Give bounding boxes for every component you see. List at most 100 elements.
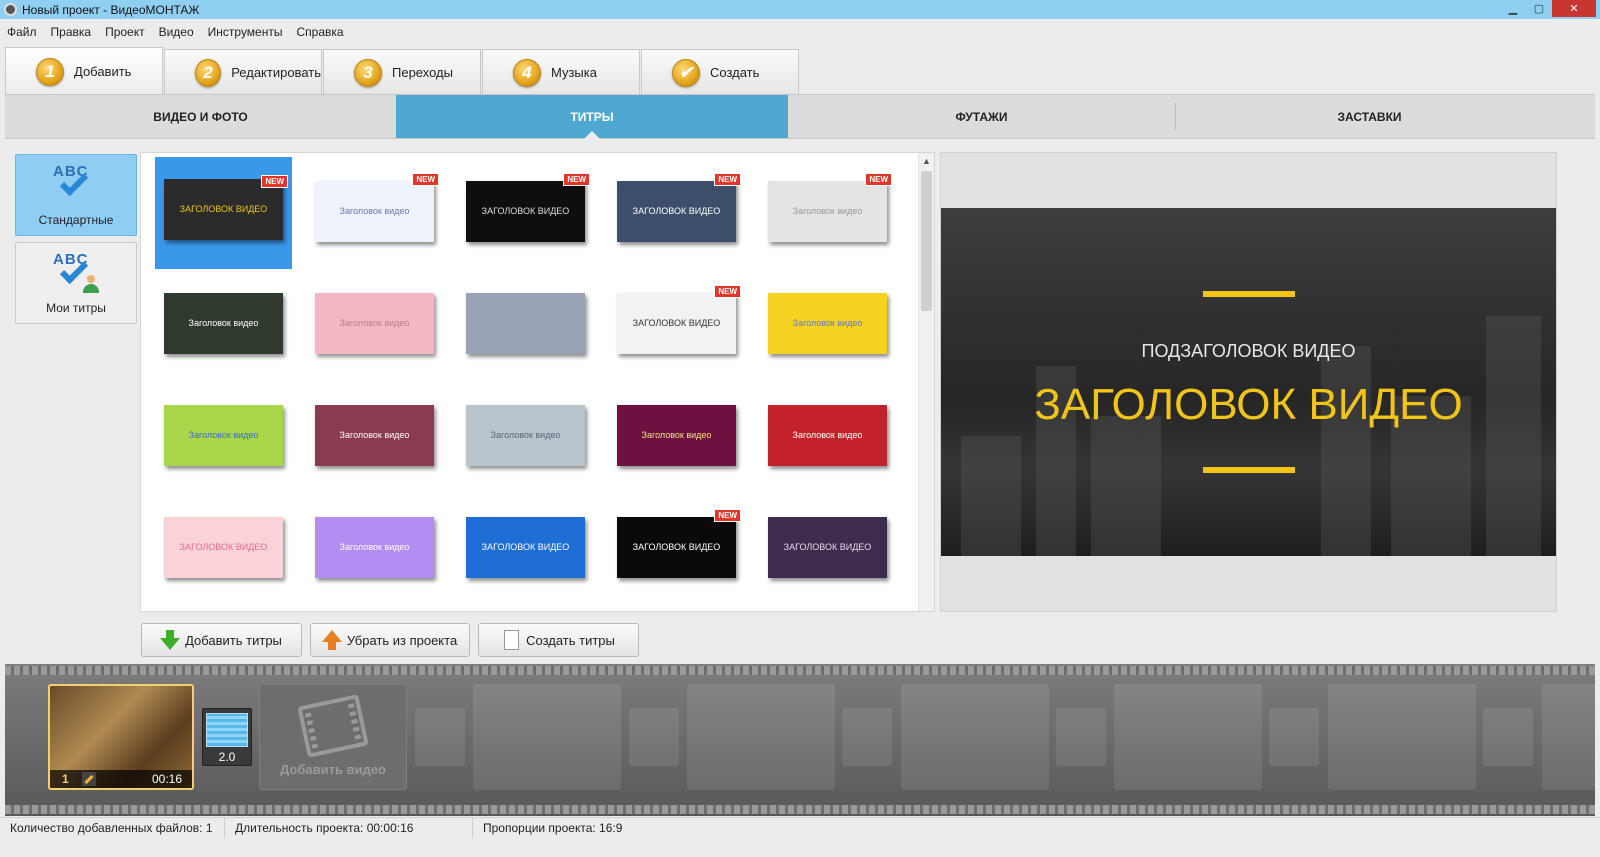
top-accent-bar — [1203, 291, 1295, 297]
tab-footage[interactable]: ФУТАЖИ — [788, 95, 1175, 138]
category-standard[interactable]: ABC Стандартные — [15, 154, 137, 236]
pencil-icon[interactable] — [82, 772, 96, 786]
title-template-thumbnail[interactable]: ЗАГОЛОВОК ВИДЕО — [155, 493, 292, 605]
status-duration: Длительность проекта: 00:00:16 — [225, 817, 473, 838]
template-caption: ЗАГОЛОВОК ВИДЕО — [632, 318, 721, 328]
title-template-thumbnail[interactable]: Заголовок видео — [155, 269, 292, 381]
template-preview: ЗАГОЛОВОК ВИДЕО — [768, 517, 887, 578]
menu-video[interactable]: Видео — [152, 25, 201, 39]
add-video-label: Добавить видео — [280, 762, 386, 777]
title-template-thumbnail[interactable]: Заголовок видео — [306, 269, 443, 381]
template-caption: ЗАГОЛОВОК ВИДЕО — [783, 542, 872, 552]
template-caption: ЗАГОЛОВОК ВИДЕО — [632, 206, 721, 216]
status-aspect-ratio: Пропорции проекта: 16:9 — [483, 820, 623, 835]
step-number-icon: 4 — [513, 58, 541, 87]
template-caption: Заголовок видео — [188, 318, 259, 328]
new-badge: NEW — [261, 175, 288, 188]
menu-tools[interactable]: Инструменты — [201, 25, 290, 39]
title-template-thumbnail[interactable]: Заголовок видео NEW — [759, 157, 896, 269]
remove-from-project-button[interactable]: Убрать из проекта — [310, 623, 470, 657]
step-label: Переходы — [392, 65, 453, 80]
arrow-down-icon — [160, 630, 181, 650]
menu-project[interactable]: Проект — [98, 25, 152, 39]
step-tab-create[interactable]: ✔ Создать — [641, 49, 799, 95]
minimize-button[interactable]: ▁ — [1500, 0, 1526, 17]
step-tab-transitions[interactable]: 3 Переходы — [323, 49, 481, 95]
template-caption: Заголовок видео — [339, 542, 410, 552]
title-template-thumbnail[interactable]: ЗАГОЛОВОК ВИДЕО NEW — [608, 157, 745, 269]
title-template-thumbnail[interactable]: Заголовок видео — [608, 381, 745, 493]
title-template-thumbnail[interactable]: Заголовок видео — [759, 269, 896, 381]
template-caption: Заголовок видео — [490, 430, 561, 440]
step-tab-add[interactable]: 1 Добавить — [5, 47, 163, 95]
title-template-thumbnail[interactable]: Заголовок видео — [306, 493, 443, 605]
template-caption: ЗАГОЛОВОК ВИДЕО — [481, 206, 570, 216]
title-template-thumbnail[interactable]: Заголовок видео — [155, 381, 292, 493]
title-bar: Новый проект - ВидеоМОНТАЖ ▁ ▢ ✕ — [0, 0, 1600, 19]
new-badge: NEW — [412, 173, 439, 186]
abc-user-icon: ABC — [53, 249, 99, 293]
checkmark-icon: ✔ — [672, 58, 700, 87]
app-icon — [4, 3, 17, 16]
title-template-thumbnail[interactable]: ЗАГОЛОВОК ВИДЕО — [457, 493, 594, 605]
button-label: Создать титры — [526, 632, 615, 648]
window-controls: ▁ ▢ ✕ — [1500, 0, 1596, 17]
template-preview: ЗАГОЛОВОК ВИДЕО — [617, 181, 736, 242]
scrollbar-thumb[interactable] — [921, 171, 932, 311]
step-tab-edit[interactable]: 2 Редактировать — [164, 49, 322, 95]
close-button[interactable]: ✕ — [1552, 0, 1596, 17]
menu-file[interactable]: Файл — [0, 25, 44, 39]
gallery-scrollbar[interactable]: ▲ — [918, 153, 934, 611]
template-caption: Заголовок видео — [339, 318, 410, 328]
title-template-thumbnail[interactable]: Заголовок видео — [306, 381, 443, 493]
window-title: Новый проект - ВидеоМОНТАЖ — [22, 2, 200, 17]
step-number-icon: 2 — [195, 58, 222, 87]
template-preview: Заголовок видео — [768, 181, 887, 242]
title-template-thumbnail[interactable]: ЗАГОЛОВОК ВИДЕО — [759, 493, 896, 605]
sub-tabs: ВИДЕО И ФОТО ТИТРЫ ФУТАЖИ ЗАСТАВКИ — [5, 94, 1595, 139]
video-clip[interactable]: 1 00:16 — [48, 684, 194, 790]
title-template-thumbnail[interactable]: ЗАГОЛОВОК ВИДЕО NEW — [608, 269, 745, 381]
menu-edit[interactable]: Правка — [44, 25, 99, 39]
category-label: Стандартные — [38, 213, 114, 227]
abc-check-icon: ABC — [53, 161, 99, 205]
title-template-thumbnail[interactable]: Заголовок видео NEW — [306, 157, 443, 269]
template-caption: Заголовок видео — [339, 430, 410, 440]
new-badge: NEW — [563, 173, 590, 186]
create-titles-button[interactable]: Создать титры — [478, 623, 639, 657]
app-window: Новый проект - ВидеоМОНТАЖ ▁ ▢ ✕ Файл Пр… — [0, 0, 1600, 857]
transition-slot[interactable]: 2.0 — [202, 708, 252, 766]
template-preview: Заголовок видео — [315, 293, 434, 354]
step-tab-music[interactable]: 4 Музыка — [482, 49, 640, 95]
button-label: Убрать из проекта — [346, 632, 458, 648]
tab-intros[interactable]: ЗАСТАВКИ — [1176, 95, 1563, 138]
scroll-up-icon[interactable]: ▲ — [919, 153, 934, 169]
title-template-thumbnail[interactable] — [457, 269, 594, 381]
template-preview: ЗАГОЛОВОК ВИДЕО — [617, 517, 736, 578]
template-preview: ЗАГОЛОВОК ВИДЕО — [164, 517, 283, 578]
step-label: Музыка — [551, 65, 597, 80]
template-preview — [466, 293, 585, 354]
title-template-thumbnail[interactable]: Заголовок видео — [759, 381, 896, 493]
category-my-titles[interactable]: ABC Мои титры — [15, 242, 137, 324]
add-video-placeholder[interactable]: Добавить видео — [259, 684, 407, 790]
tab-titles[interactable]: ТИТРЫ — [396, 95, 788, 139]
template-caption: ЗАГОЛОВОК ВИДЕО — [481, 542, 570, 552]
title-template-thumbnail[interactable]: ЗАГОЛОВОК ВИДЕО NEW — [457, 157, 594, 269]
template-preview: Заголовок видео — [617, 405, 736, 466]
tab-video-photo[interactable]: ВИДЕО И ФОТО — [5, 95, 396, 138]
title-template-thumbnail[interactable]: ЗАГОЛОВОК ВИДЕО NEW — [608, 493, 745, 605]
button-label: Добавить титры — [185, 632, 282, 648]
maximize-button[interactable]: ▢ — [1526, 0, 1552, 17]
template-preview: Заголовок видео — [466, 405, 585, 466]
menu-help[interactable]: Справка — [289, 25, 350, 39]
template-caption: Заголовок видео — [339, 206, 410, 216]
title-template-thumbnail[interactable]: ЗАГОЛОВОК ВИДЕО NEW — [155, 157, 292, 269]
template-preview: Заголовок видео — [164, 293, 283, 354]
title-gallery: ЗАГОЛОВОК ВИДЕО NEW Заголовок видео NEW ЗАГО… — [140, 152, 935, 612]
template-caption: Заголовок видео — [188, 430, 259, 440]
clip-info-bar: 1 00:16 — [50, 770, 192, 788]
clip-index: 1 — [62, 772, 69, 786]
add-titles-button[interactable]: Добавить титры — [141, 623, 302, 657]
title-template-thumbnail[interactable]: Заголовок видео — [457, 381, 594, 493]
